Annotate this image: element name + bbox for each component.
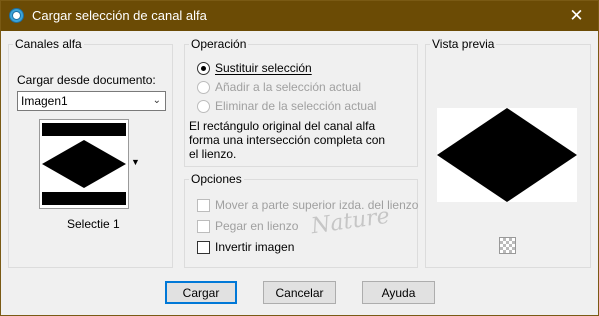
load-button[interactable]: Cargar	[165, 281, 237, 304]
checkbox-invert-image[interactable]: Invertir imagen	[197, 240, 294, 254]
dialog-body: Canales alfa Cargar desde documento: Ima…	[1, 31, 598, 315]
document-select[interactable]: Imagen1 ⌄	[17, 91, 166, 111]
radio-remove-from-selection[interactable]: Eliminar de la selección actual	[197, 99, 376, 113]
radio-button[interactable]	[197, 80, 210, 94]
checkbox-label: Pegar en lienzo	[215, 219, 299, 233]
cancel-button[interactable]: Cancelar	[263, 281, 336, 304]
chevron-down-icon: ⌄	[152, 95, 161, 106]
operation-title: Operación	[189, 37, 249, 51]
radio-add-to-selection[interactable]: Añadir a la selección actual	[197, 80, 361, 94]
checkbox-paste-on-canvas[interactable]: Pegar en lienzo	[197, 219, 298, 233]
radio-label: Añadir a la selección actual	[215, 80, 362, 94]
channel-dropdown-arrow-icon[interactable]: ▼	[131, 157, 140, 167]
operation-description: El rectángulo original del canal alfa fo…	[189, 119, 386, 161]
checkbox-label: Mover a parte superior izda. del lienzo	[215, 198, 419, 212]
checkbox[interactable]	[197, 219, 210, 233]
channel-name: Selectie 1	[67, 217, 120, 231]
radio-button[interactable]	[197, 99, 210, 113]
document-select-value: Imagen1	[21, 94, 68, 108]
radio-replace-selection[interactable]: Sustituir selección	[197, 61, 312, 75]
channel-thumbnail[interactable]	[39, 119, 129, 209]
preview-diamond	[437, 108, 577, 202]
alpha-channels-title: Canales alfa	[13, 37, 84, 51]
checkerboard-icon[interactable]	[499, 237, 516, 254]
close-button[interactable]: ✕	[554, 0, 599, 31]
options-title: Opciones	[189, 172, 244, 186]
checkbox[interactable]	[197, 198, 210, 212]
app-icon	[9, 8, 24, 23]
channel-preview-image	[40, 120, 128, 208]
radio-label: Sustituir selección	[215, 61, 312, 75]
help-button[interactable]: Ayuda	[362, 281, 435, 304]
preview-title: Vista previa	[430, 37, 497, 51]
title-bar: Cargar selección de canal alfa ✕	[0, 0, 599, 31]
window-title: Cargar selección de canal alfa	[32, 8, 207, 23]
checkbox[interactable]	[197, 240, 210, 254]
radio-button[interactable]	[197, 61, 210, 75]
load-from-label: Cargar desde documento:	[17, 73, 156, 87]
preview-image	[437, 108, 577, 202]
checkbox-move-top-left[interactable]: Mover a parte superior izda. del lienzo	[197, 198, 418, 212]
radio-label: Eliminar de la selección actual	[215, 99, 377, 113]
checkbox-label: Invertir imagen	[215, 240, 295, 254]
